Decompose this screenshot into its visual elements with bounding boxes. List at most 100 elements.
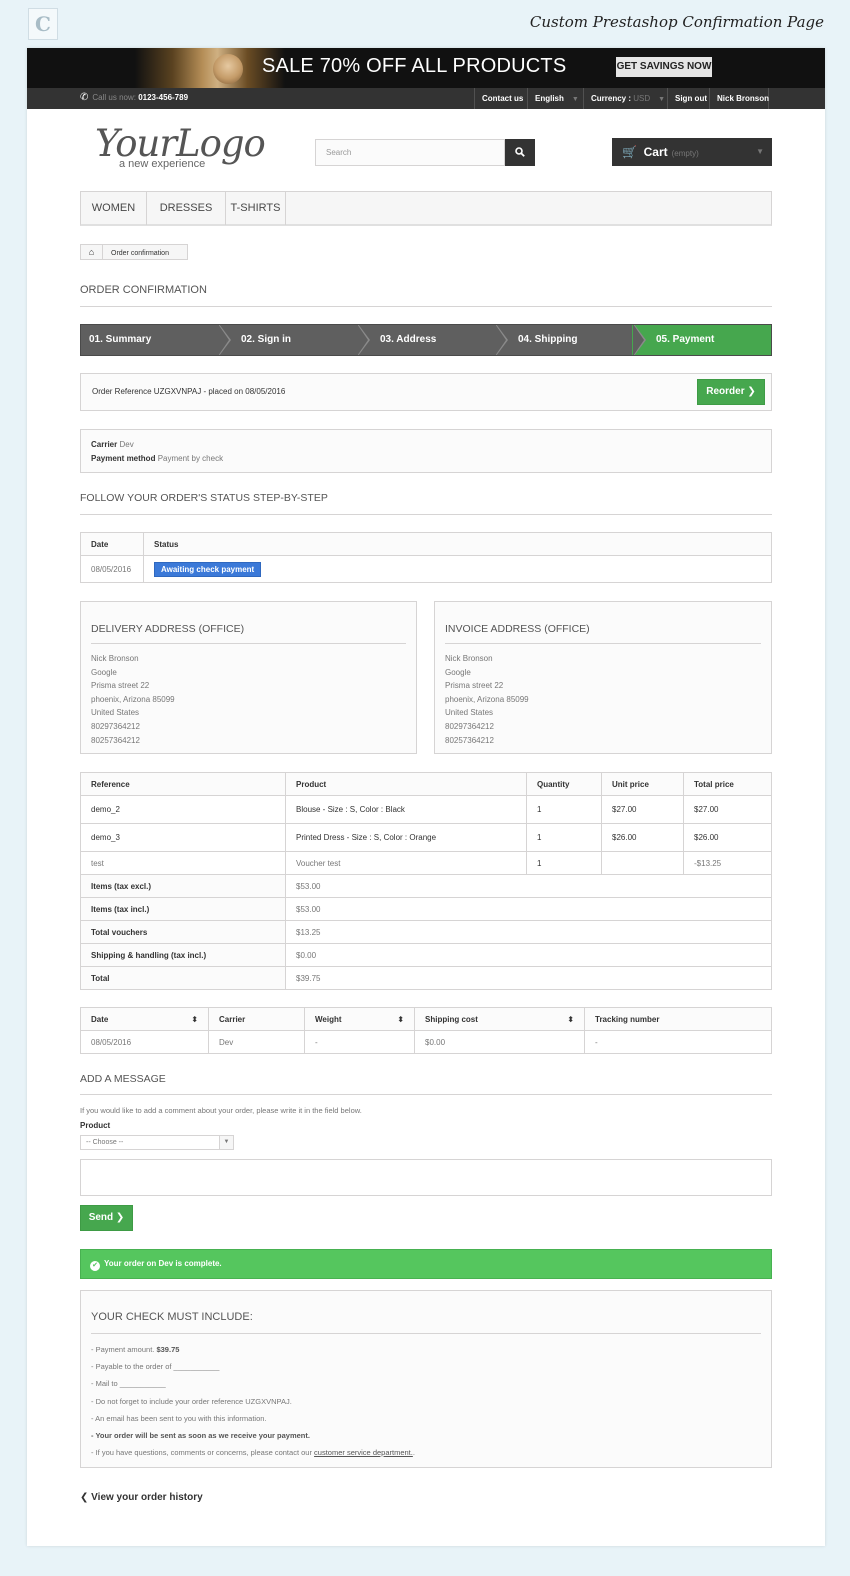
check-title: YOUR CHECK MUST INCLUDE: (91, 1311, 253, 1323)
store-logo[interactable]: YourLogo a new experience (95, 122, 285, 172)
invoice-address-box: INVOICE ADDRESS (OFFICE) Nick Bronson Go… (434, 601, 772, 754)
phone-info: ✆ Call us now: 0123-456-789 (80, 92, 188, 103)
top-nav-bar: ✆ Call us now: 0123-456-789 Contact us En… (27, 88, 825, 109)
phone-icon: ✆ (80, 92, 89, 103)
get-savings-button[interactable]: GET SAVINGS NOW (616, 57, 712, 77)
step-address[interactable]: 03. Address (372, 325, 436, 355)
page-caption: Custom Prestashop Confirmation Page (529, 13, 824, 31)
table-row: demo_2 Blouse - Size : S, Color : Black … (80, 795, 772, 824)
delivery-address-box: DELIVERY ADDRESS (OFFICE) Nick Bronson G… (80, 601, 417, 754)
breadcrumb: ⌂ Order confirmation (80, 244, 188, 260)
products-table: Reference Product Quantity Unit price To… (80, 772, 772, 990)
language-value: English (535, 94, 564, 103)
menu-item-tshirts[interactable]: T-SHIRTS (226, 192, 286, 225)
promo-banner[interactable]: SALE 70% OFF ALL PRODUCTS GET SAVINGS NO… (27, 48, 825, 88)
check-reference-note: - Do not forget to include your order re… (91, 1397, 292, 1406)
chevron-down-icon: ▼ (756, 147, 764, 156)
search-icon (515, 147, 525, 157)
divider (91, 643, 406, 644)
product-select[interactable]: -- Choose -- ▼ (80, 1135, 234, 1150)
sortable-header-date[interactable]: Date ⬍ (80, 1007, 209, 1031)
check-circle-icon: ✔ (90, 1261, 100, 1271)
invoice-address-lines: Nick Bronson Google Prisma street 22 pho… (445, 654, 529, 745)
step-separator-inner (633, 325, 644, 355)
search-input[interactable]: Search (315, 139, 505, 166)
totals-row: Items (tax incl.) $53.00 (80, 897, 772, 921)
table-header: Tracking number (584, 1007, 772, 1031)
sortable-header-shipping-cost[interactable]: Shipping cost ⬍ (414, 1007, 585, 1031)
step-payment[interactable]: 05. Payment (648, 325, 714, 355)
page-title: ORDER CONFIRMATION (80, 284, 772, 307)
chevron-down-icon: ▼ (219, 1136, 233, 1149)
check-questions: - If you have questions, comments or con… (91, 1448, 415, 1457)
invoice-address-title: INVOICE ADDRESS (OFFICE) (445, 623, 590, 635)
payment-line: Payment method Payment by check (91, 454, 224, 463)
phone-number: 0123-456-789 (138, 93, 189, 102)
check-amount: - Payment amount. $39.75 (91, 1345, 180, 1354)
check-instructions-box: YOUR CHECK MUST INCLUDE: - Payment amoun… (80, 1290, 772, 1468)
table-row: test Voucher test 1 -$13.25 (80, 851, 772, 875)
message-intro: If you would like to add a comment about… (80, 1106, 362, 1115)
chevron-right-icon: ❯ (747, 386, 756, 397)
contact-us-link[interactable]: Contact us (474, 88, 530, 109)
customer-service-link[interactable]: customer service department. (314, 1448, 413, 1457)
currency-selector[interactable]: Currency : USD ▼ (583, 88, 667, 109)
menu-item-dresses[interactable]: DRESSES (147, 192, 226, 225)
table-header: Date (80, 532, 144, 556)
sortable-header-weight[interactable]: Weight ⬍ (304, 1007, 415, 1031)
cart-button[interactable]: 🛒 Cart (empty) ▼ (612, 138, 772, 166)
table-row: 08/05/2016 Dev - $0.00 - (80, 1030, 772, 1054)
order-history-link[interactable]: ❮ View your order history (80, 1492, 203, 1503)
table-header: Status (143, 532, 772, 556)
product-label: Product (80, 1121, 111, 1130)
reorder-button[interactable]: Reorder ❯ (697, 379, 765, 405)
menu-item-women[interactable]: WOMEN (81, 192, 147, 225)
status-badge: Awaiting check payment (154, 561, 262, 577)
sort-icon: ⬍ (191, 1014, 198, 1024)
check-payable: - Payable to the order of ___________ (91, 1362, 220, 1371)
table-row: 08/05/2016 Awaiting check payment (80, 555, 772, 583)
sort-icon: ⬍ (567, 1014, 574, 1024)
step-shipping[interactable]: 04. Shipping (510, 325, 577, 355)
table-header: Quantity (526, 772, 602, 796)
account-link[interactable]: Nick Bronson (709, 88, 769, 109)
message-textarea[interactable] (80, 1159, 772, 1196)
call-label: Call us now: (92, 93, 136, 102)
divider (91, 1333, 761, 1334)
step-summary[interactable]: 01. Summary (81, 325, 151, 355)
order-history-label: View your order history (91, 1492, 203, 1503)
carrier-line: Carrier Dev (91, 440, 134, 449)
sort-icon: ⬍ (397, 1014, 404, 1024)
send-label: Send (88, 1212, 114, 1223)
product-select-value: -- Choose -- (86, 1139, 124, 1146)
language-selector[interactable]: English ▼ (527, 88, 583, 109)
banner-model-head (213, 54, 243, 84)
search-button[interactable] (505, 139, 535, 166)
send-button[interactable]: Send ❯ (80, 1205, 133, 1231)
status-section-title: FOLLOW YOUR ORDER'S STATUS STEP-BY-STEP (80, 492, 328, 504)
home-icon[interactable]: ⌂ (81, 245, 103, 259)
totals-row: Total vouchers $13.25 (80, 920, 772, 944)
main-menu: WOMEN DRESSES T-SHIRTS (80, 191, 772, 226)
banner-text: SALE 70% OFF ALL PRODUCTS (262, 55, 567, 77)
table-header: Total price (683, 772, 772, 796)
totals-row: Shipping & handling (tax incl.) $0.00 (80, 943, 772, 967)
divider (445, 643, 761, 644)
step-sign-in[interactable]: 02. Sign in (233, 325, 291, 355)
success-message: Your order on Dev is complete. (104, 1259, 222, 1268)
check-sent-note: - Your order will be sent as soon as we … (91, 1431, 310, 1440)
status-date: 08/05/2016 (80, 555, 144, 583)
status-table: Date Status 08/05/2016 Awaiting check paym… (80, 532, 772, 583)
step-separator-inner (495, 325, 506, 355)
logo-sub-text: a new experience (119, 158, 206, 170)
sign-out-link[interactable]: Sign out (667, 88, 709, 109)
currency-value: USD (633, 94, 651, 103)
delivery-address-lines: Nick Bronson Google Prisma street 22 pho… (91, 654, 175, 745)
cart-status: (empty) (671, 149, 699, 158)
message-section-title: ADD A MESSAGE (80, 1073, 166, 1085)
divider (80, 1094, 772, 1095)
currency-label: Currency : (591, 94, 632, 103)
cart-icon: 🛒 (622, 145, 637, 159)
order-reference: Order Reference UZGXVNPAJ - placed on 08… (92, 387, 286, 396)
delivery-address-title: DELIVERY ADDRESS (OFFICE) (91, 623, 245, 635)
